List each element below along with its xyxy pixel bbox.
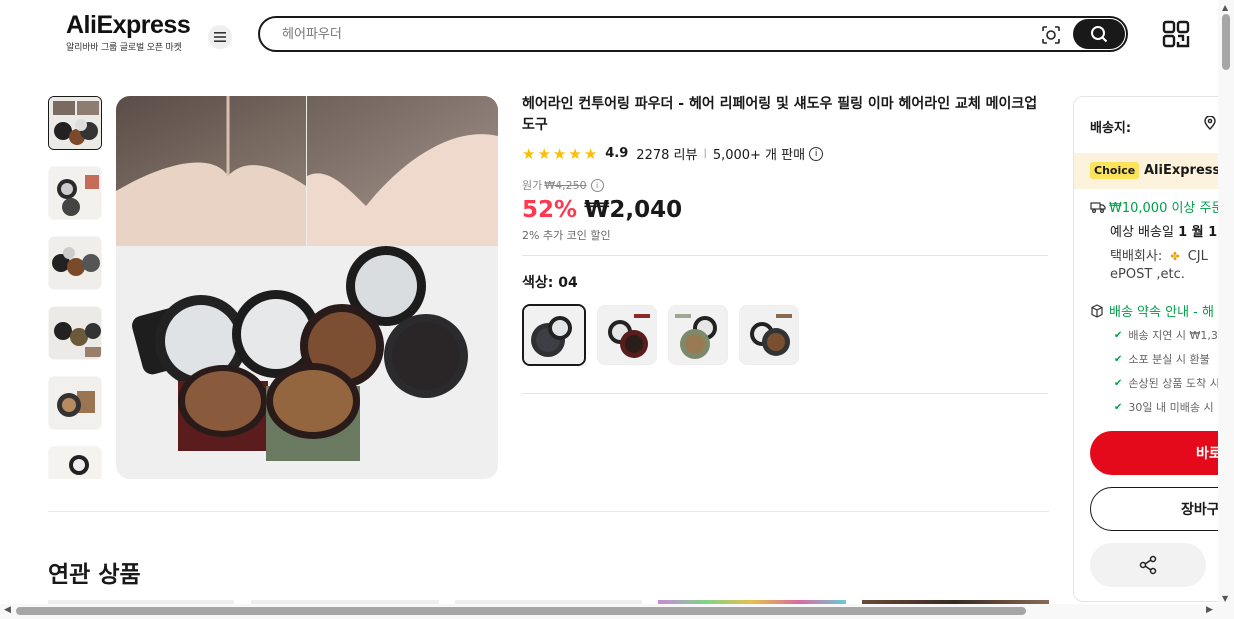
free-shipping: ₩10,000 이상 주문	[1090, 197, 1223, 216]
location-pin-icon[interactable]	[1204, 115, 1216, 134]
coin-discount: 2% 추가 코인 할인	[522, 229, 611, 242]
discount-percent: 52%	[522, 197, 578, 223]
thumbnail-list	[48, 96, 102, 479]
promise-item-text: 배송 지연 시 ₩1,30	[1128, 329, 1225, 342]
promise-item-text: 소포 분실 시 환불	[1128, 353, 1210, 366]
promise-item: ✔ 소포 분실 시 환불	[1114, 351, 1210, 367]
thumbnail-3[interactable]	[48, 236, 102, 290]
search-button[interactable]	[1073, 19, 1125, 49]
promise-title: 배송 약속 안내 - 해	[1109, 305, 1214, 320]
original-price-label: 원가	[522, 179, 543, 192]
shield-box-icon	[1091, 303, 1103, 318]
promise-item-text: 30일 내 미배송 시	[1128, 401, 1214, 414]
choice-banner: Choice AliExpress	[1074, 153, 1234, 189]
check-icon: ✔	[1114, 329, 1123, 341]
color-label: 색상: 04	[522, 275, 578, 291]
thumbnail-4[interactable]	[48, 306, 102, 360]
check-icon: ✔	[1114, 377, 1123, 389]
qr-code-icon	[1162, 20, 1190, 48]
search-input[interactable]	[282, 24, 1022, 44]
sold-count: 5,000+ 개 판매	[712, 148, 806, 163]
color-swatch-04[interactable]	[522, 304, 586, 366]
courier-row: 택배회사: ✤ CJL	[1110, 245, 1208, 264]
image-search-button[interactable]	[1040, 24, 1062, 46]
truck-icon	[1090, 201, 1106, 213]
promise-item: ✔ 손상된 상품 도착 시	[1114, 375, 1220, 391]
check-icon: ✔	[1114, 353, 1123, 365]
choice-text: AliExpress	[1144, 163, 1221, 178]
original-price-row: 원가 ₩4,250 i	[522, 177, 1050, 193]
scroll-right-arrow-icon[interactable]: ▶	[1206, 605, 1213, 615]
scroll-left-arrow-icon[interactable]: ◀	[4, 605, 11, 615]
vertical-scroll-thumb[interactable]	[1222, 14, 1230, 70]
rating-stars: ★ ★ ★ ★ ★	[522, 144, 598, 163]
camera-scan-icon	[1042, 26, 1060, 44]
search-bar	[258, 16, 1128, 52]
logo-subtitle: 알리바바 그룹 글로벌 오픈 마켓	[66, 43, 182, 53]
star-icon: ★	[537, 144, 551, 163]
courier-logo-icon: ✤	[1170, 250, 1180, 263]
color-swatch-02[interactable]	[597, 305, 657, 365]
eta-label: 예상 배송일	[1110, 225, 1174, 240]
logo-text: AliExpress	[66, 11, 191, 39]
aliexpress-logo[interactable]: AliExpress 알리바바 그룹 글로벌 오픈 마켓	[66, 12, 192, 53]
scroll-down-arrow-icon[interactable]: ▼	[1222, 594, 1228, 603]
promise-item: ✔ 배송 지연 시 ₩1,30	[1114, 327, 1225, 343]
search-icon	[1091, 26, 1108, 43]
courier-label: 택배회사:	[1110, 249, 1163, 264]
related-products-title: 연관 상품	[48, 562, 141, 588]
vertical-scrollbar[interactable]: ▲ ▼	[1218, 0, 1234, 605]
color-swatch-03[interactable]	[668, 305, 728, 365]
divider	[522, 393, 1048, 394]
star-icon: ★	[568, 144, 582, 163]
price-info-icon[interactable]: i	[590, 178, 604, 192]
choice-badge: Choice	[1090, 162, 1140, 179]
rating-value: 4.9	[605, 146, 629, 161]
free-shipping-text: ₩10,000 이상 주문	[1109, 201, 1224, 216]
star-icon: ★	[583, 144, 598, 163]
qr-code-button[interactable]	[1162, 20, 1190, 48]
horizontal-scroll-thumb[interactable]	[16, 607, 1026, 615]
share-button[interactable]	[1090, 543, 1206, 587]
section-divider	[48, 511, 1049, 512]
product-page: AliExpress 알리바바 그룹 글로벌 오픈 마켓 헤어파우더 헤어라인 …	[0, 0, 1234, 619]
delivery-promise[interactable]: 배송 약속 안내 - 해	[1090, 301, 1214, 320]
eta-value: 1 월 1	[1178, 225, 1218, 240]
category-menu-button[interactable]	[208, 25, 232, 49]
info-icon[interactable]: i	[809, 146, 824, 161]
scroll-up-arrow-icon[interactable]: ▲	[1222, 3, 1228, 12]
product-title: 헤어라인 컨투어링 파우더 - 헤어 리페어링 및 섀도우 필링 이마 헤어라인…	[522, 96, 1038, 133]
ship-to-label: 배송지:	[1090, 121, 1132, 136]
thumbnail-2[interactable]	[48, 166, 102, 220]
purchase-panel: 배송지: Choice AliExpress ₩10,000 이상 주문 예상 …	[1073, 96, 1234, 602]
check-icon: ✔	[1114, 401, 1123, 413]
original-price: ₩4,250	[544, 178, 587, 192]
thumbnail-5[interactable]	[48, 376, 102, 430]
courier-name: CJL	[1187, 249, 1208, 264]
thumbnail-1[interactable]	[48, 96, 102, 150]
add-to-cart-button[interactable]: 장바구	[1090, 487, 1234, 531]
star-icon: ★	[522, 144, 536, 163]
sale-price: ₩2,040	[584, 197, 683, 223]
buy-now-button[interactable]: 바로	[1090, 431, 1234, 475]
divider	[522, 255, 1048, 256]
courier-more: ePOST ,etc.	[1110, 267, 1185, 282]
promise-item: ✔ 30일 내 미배송 시	[1114, 399, 1214, 415]
price-row: 52% ₩2,040	[522, 197, 1050, 223]
hamburger-icon	[214, 32, 226, 42]
product-info: 헤어라인 컨투어링 파우더 - 헤어 리페어링 및 섀도우 필링 이마 헤어라인…	[522, 94, 1050, 394]
separator: |	[703, 148, 707, 159]
delivery-estimate: 예상 배송일 1 월 1	[1110, 221, 1217, 240]
product-photo	[116, 96, 498, 479]
main-product-image[interactable]	[116, 96, 498, 479]
share-icon	[1139, 555, 1157, 575]
review-count[interactable]: 2278 리뷰	[636, 144, 697, 163]
promise-item-text: 손상된 상품 도착 시	[1128, 377, 1220, 390]
thumbnail-6[interactable]	[48, 446, 102, 479]
color-swatches	[522, 304, 1050, 366]
color-swatch-01[interactable]	[739, 305, 799, 365]
star-icon: ★	[552, 144, 567, 163]
rating-row: ★ ★ ★ ★ ★ 4.9 2278 리뷰 | 5,000+ 개 판매 i	[522, 144, 1050, 163]
horizontal-scrollbar[interactable]: ◀ ▶	[0, 604, 1234, 619]
